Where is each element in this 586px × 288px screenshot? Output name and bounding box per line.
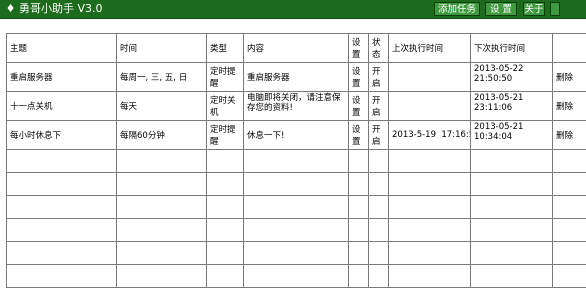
window-title: 勇哥小助手 V3.0 — [19, 0, 103, 18]
cell-type: 定时提醒 — [207, 121, 244, 150]
delete-link[interactable]: 删除 — [553, 121, 586, 150]
task-table: 主题 时间 类型 内容 设置 状态 上次执行时间 下次执行时间 重启服务器 每周… — [6, 33, 586, 264]
table-row[interactable]: 十一点关机 每天 定时关机 电脑即将关闭，请注意保存您的资料! 设置 开启 20… — [7, 92, 586, 121]
status-toggle[interactable]: 开启 — [369, 92, 389, 121]
cell-content: 电脑即将关闭，请注意保存您的资料! — [244, 92, 349, 121]
cell-content: 重启服务器 — [244, 63, 349, 92]
next-run-time: 21:50:50 — [474, 75, 549, 85]
settings-link[interactable]: 设置 — [349, 121, 369, 150]
settings-link[interactable]: 设置 — [349, 92, 369, 121]
table-row[interactable]: 每小时休息下 每隔60分钟 定时提醒 休息一下! 设置 开启 2013-5-19… — [7, 121, 586, 150]
window-control-button[interactable] — [550, 2, 560, 16]
cell-type: 定时关机 — [207, 92, 244, 121]
next-run-time: 23:11:06 — [474, 104, 549, 114]
about-button[interactable]: 关于 — [523, 2, 545, 16]
cell-next-run: 2013-05-21 10:34:04 — [471, 121, 553, 150]
header-status[interactable]: 状态 — [369, 34, 389, 63]
cell-last-run — [389, 92, 471, 121]
cell-subject: 每小时休息下 — [7, 121, 117, 150]
status-toggle[interactable]: 开启 — [369, 121, 389, 150]
header-next-run[interactable]: 下次执行时间 — [471, 34, 553, 63]
cell-next-run: 2013-05-22 21:50:50 — [471, 63, 553, 92]
cell-last-run: 2013-5-19 17:16:51 — [389, 121, 471, 150]
app-icon: ♦ — [5, 2, 16, 15]
settings-link[interactable]: 设置 — [349, 63, 369, 92]
cell-time: 每周一, 三, 五, 日 — [117, 63, 207, 92]
cell-subject: 十一点关机 — [7, 92, 117, 121]
delete-link[interactable]: 删除 — [553, 63, 586, 92]
cell-time: 每隔60分钟 — [117, 121, 207, 150]
header-content[interactable]: 内容 — [244, 34, 349, 63]
empty-row — [7, 219, 586, 242]
next-run-time: 10:34:04 — [474, 133, 549, 143]
header-type[interactable]: 类型 — [207, 34, 244, 63]
add-task-button[interactable]: 添加任务 — [434, 2, 480, 16]
empty-row — [7, 196, 586, 219]
cell-content-text: 电脑即将关闭，请注意保存您的资料! — [247, 94, 345, 113]
title-bar: ♦ 勇哥小助手 V3.0 添加任务 设 置 关于 — [0, 0, 586, 19]
header-last-run[interactable]: 上次执行时间 — [389, 34, 471, 63]
empty-row — [7, 242, 586, 265]
cell-time: 每天 — [117, 92, 207, 121]
header-subject[interactable]: 主题 — [7, 34, 117, 63]
table-header: 主题 时间 类型 内容 设置 状态 上次执行时间 下次执行时间 — [7, 34, 586, 63]
empty-row — [7, 150, 586, 173]
cell-subject: 重启服务器 — [7, 63, 117, 92]
cell-last-run — [389, 63, 471, 92]
status-toggle[interactable]: 开启 — [369, 63, 389, 92]
cell-type: 定时提醒 — [207, 63, 244, 92]
header-time[interactable]: 时间 — [117, 34, 207, 63]
header-settings[interactable]: 设置 — [349, 34, 369, 63]
cell-next-run: 2013-05-21 23:11:06 — [471, 92, 553, 121]
header-actions — [553, 34, 586, 63]
delete-link[interactable]: 删除 — [553, 92, 586, 121]
empty-row — [7, 173, 586, 196]
settings-button[interactable]: 设 置 — [485, 2, 517, 16]
table-row[interactable]: 重启服务器 每周一, 三, 五, 日 定时提醒 重启服务器 设置 开启 2013… — [7, 63, 586, 92]
cell-content: 休息一下! — [244, 121, 349, 150]
empty-row — [7, 265, 586, 288]
